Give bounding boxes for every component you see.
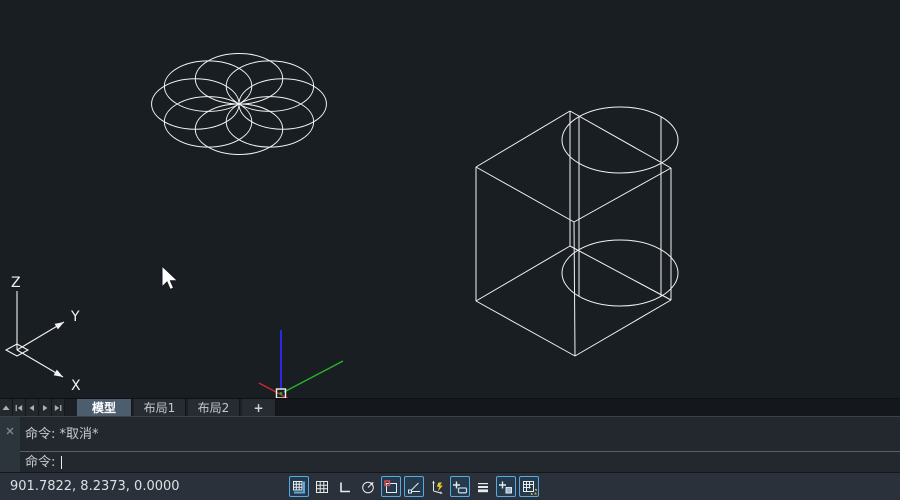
tab-first-button[interactable] (13, 399, 26, 416)
quick-properties-toggle[interactable] (496, 476, 516, 497)
first-tab-icon (14, 403, 24, 413)
tab-bar-filler (276, 399, 900, 416)
text-caret (61, 456, 62, 469)
cad-canvas[interactable]: Z Y X (0, 0, 900, 398)
object-snap-icon (383, 479, 399, 495)
tab-next-button[interactable] (39, 399, 52, 416)
add-layout-button[interactable]: + (242, 399, 276, 416)
snap-mode-toggle[interactable] (312, 476, 332, 497)
scroll-up-icon (1, 403, 11, 413)
dynamic-input-toggle[interactable] (450, 476, 470, 497)
lineweight-toggle[interactable] (473, 476, 493, 497)
next-tab-icon (40, 403, 50, 413)
mouse-cursor-icon (162, 266, 177, 290)
tab-layout2[interactable]: 布局2 (188, 399, 240, 416)
status-bar: 901.7822, 8.2373, 0.0000 (0, 472, 900, 500)
drawing-viewport[interactable]: Z Y X (0, 0, 900, 398)
polar-tracking-toggle[interactable] (358, 476, 378, 497)
annotation-scale-icon (521, 479, 537, 495)
ucs-origin-tripod (259, 330, 343, 398)
svg-text:X: X (71, 378, 81, 394)
lineweight-icon (475, 479, 491, 495)
layout-tab-bar: 模型 布局1 布局2 + (0, 398, 900, 416)
command-content: 命令: *取消* 命令: (20, 417, 900, 472)
status-toggle-group (289, 476, 539, 497)
snap-mode-icon (314, 479, 330, 495)
dynamic-ucs-toggle[interactable] (427, 476, 447, 497)
last-tab-icon (53, 403, 63, 413)
svg-text:Z: Z (11, 275, 21, 291)
polar-tracking-icon (360, 479, 376, 495)
prev-tab-icon (27, 403, 37, 413)
grid-display-icon (291, 479, 307, 495)
command-panel-gutter (0, 417, 20, 472)
tab-model[interactable]: 模型 (77, 399, 132, 416)
tab-scroll-up-button[interactable] (0, 399, 13, 416)
object-snap-tracking-toggle[interactable] (404, 476, 424, 497)
object-snap-toggle[interactable] (381, 476, 401, 497)
grid-display-toggle[interactable] (289, 476, 309, 497)
coordinates-readout: 901.7822, 8.2373, 0.0000 (10, 473, 180, 500)
close-command-icon[interactable] (5, 426, 15, 436)
ucs-icon: Z Y X (6, 275, 81, 394)
object-snap-tracking-icon (406, 479, 422, 495)
ortho-mode-toggle[interactable] (335, 476, 355, 497)
command-history-line: 命令: *取消* (20, 417, 900, 452)
dynamic-input-icon (452, 479, 468, 495)
tab-prev-button[interactable] (26, 399, 39, 416)
dynamic-ucs-icon (429, 479, 445, 495)
svg-text:Y: Y (70, 309, 80, 325)
tab-last-button[interactable] (52, 399, 65, 416)
cylinder-wireframe (562, 107, 678, 306)
command-prompt-label: 命令: (25, 453, 55, 472)
rosette-circles (115, 33, 362, 176)
annotation-scale-toggle[interactable] (519, 476, 539, 497)
command-input-line[interactable]: 命令: (20, 452, 900, 472)
quick-properties-icon (498, 479, 514, 495)
ortho-mode-icon (337, 479, 353, 495)
tab-layout1[interactable]: 布局1 (134, 399, 186, 416)
cube-wireframe (476, 111, 671, 356)
command-line-panel: 命令: *取消* 命令: (0, 416, 900, 472)
